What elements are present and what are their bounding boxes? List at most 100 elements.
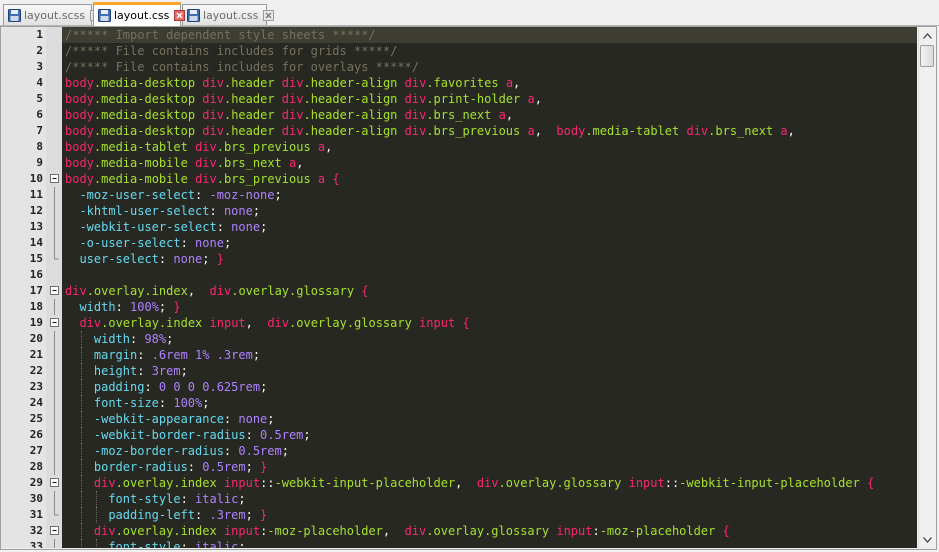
fold-collapse-icon[interactable] <box>49 475 60 491</box>
line-text[interactable]: margin: .6rem 1% .3rem; <box>94 347 260 363</box>
line-text-area[interactable]: /***** Import dependent style sheets ***… <box>62 27 917 43</box>
line-text-area[interactable]: font-style: italic; <box>62 491 917 507</box>
line-text-area[interactable]: user-select: none; } <box>62 251 917 267</box>
code-line[interactable]: 31 padding-left: .3rem; } <box>1 507 917 523</box>
line-text[interactable]: font-style: italic; <box>108 539 245 548</box>
tab-layout-scss[interactable]: layout.scss <box>3 4 102 25</box>
code-line[interactable]: 26 -webkit-border-radius: 0.5rem; <box>1 427 917 443</box>
code-line[interactable]: 30 font-style: italic; <box>1 491 917 507</box>
code-line[interactable]: 28 border-radius: 0.5rem; } <box>1 459 917 475</box>
fold-collapse-icon[interactable] <box>49 315 60 331</box>
line-text-area[interactable]: height: 3rem; <box>62 363 917 379</box>
line-text-area[interactable]: /***** File contains includes for grids … <box>62 43 917 59</box>
code-line[interactable]: 15 user-select: none; } <box>1 251 917 267</box>
line-text-area[interactable]: body.media-desktop div.header div.header… <box>62 107 917 123</box>
scroll-thumb[interactable] <box>920 45 934 67</box>
tab-layout-css-active[interactable]: layout.css <box>93 2 186 26</box>
code-line[interactable]: 19 div.overlay.index input, div.overlay.g… <box>1 315 917 331</box>
code-line[interactable]: 8 body.media-tablet div.brs_previous a, <box>1 139 917 155</box>
code-line[interactable]: 29 div.overlay.index input::-webkit-input… <box>1 475 917 491</box>
code-line[interactable]: 12 -khtml-user-select: none; <box>1 203 917 219</box>
code-line[interactable]: 25 -webkit-appearance: none; <box>1 411 917 427</box>
line-text[interactable]: border-radius: 0.5rem; } <box>94 459 267 475</box>
code-line[interactable]: 6 body.media-desktop div.header div.heade… <box>1 107 917 123</box>
line-text[interactable]: padding-left: .3rem; } <box>108 507 267 523</box>
code-line[interactable]: 33 font-style: italic; <box>1 539 917 548</box>
line-text[interactable]: /***** File contains includes for grids … <box>65 43 397 59</box>
code-line[interactable]: 4 body.media-desktop div.header div.heade… <box>1 75 917 91</box>
line-text[interactable]: /***** File contains includes for overla… <box>65 59 419 75</box>
line-text[interactable]: /***** Import dependent style sheets ***… <box>65 27 376 43</box>
code-line[interactable]: 13 -webkit-user-select: none; <box>1 219 917 235</box>
line-text-area[interactable]: padding-left: .3rem; } <box>62 507 917 523</box>
line-text[interactable]: -moz-user-select: -moz-none; <box>79 187 281 203</box>
code-line[interactable]: 16 <box>1 267 917 283</box>
line-text-area[interactable]: body.media-mobile div.brs_previous a { <box>62 171 917 187</box>
line-text-area[interactable]: div.overlay.index input:-moz-placeholder… <box>62 523 917 539</box>
line-text-area[interactable]: body.media-desktop div.header div.header… <box>62 123 917 139</box>
line-text[interactable]: body.media-desktop div.header div.header… <box>65 123 795 139</box>
line-text[interactable]: div.overlay.index, div.overlay.glossary … <box>65 283 369 299</box>
scroll-up-button[interactable] <box>919 27 936 44</box>
line-text-area[interactable]: -o-user-select: none; <box>62 235 917 251</box>
line-text-area[interactable]: -webkit-user-select: none; <box>62 219 917 235</box>
line-text-area[interactable]: -webkit-appearance: none; <box>62 411 917 427</box>
line-text[interactable]: body.media-desktop div.header div.header… <box>65 107 513 123</box>
line-text[interactable]: -o-user-select: none; <box>79 235 231 251</box>
line-text-area[interactable]: -moz-user-select: -moz-none; <box>62 187 917 203</box>
line-text[interactable]: width: 100%; } <box>79 299 180 315</box>
line-text-area[interactable]: -webkit-border-radius: 0.5rem; <box>62 427 917 443</box>
line-text[interactable]: body.media-mobile div.brs_next a, <box>65 155 303 171</box>
code-line[interactable]: 17 div.overlay.index, div.overlay.glossar… <box>1 283 917 299</box>
line-text-area[interactable]: width: 98%; <box>62 331 917 347</box>
line-text[interactable]: -khtml-user-select: none; <box>79 203 260 219</box>
code-line[interactable]: 9 body.media-mobile div.brs_next a, <box>1 155 917 171</box>
line-text[interactable]: user-select: none; } <box>79 251 224 267</box>
code-line[interactable]: 10 body.media-mobile div.brs_previous a { <box>1 171 917 187</box>
code-line[interactable]: 3 /***** File contains includes for overl… <box>1 59 917 75</box>
line-text[interactable]: div.overlay.index input::-webkit-input-p… <box>94 475 874 491</box>
line-text[interactable]: body.media-desktop div.header div.header… <box>65 75 520 91</box>
line-text[interactable]: body.media-desktop div.header div.header… <box>65 91 542 107</box>
code-line[interactable]: 20 width: 98%; <box>1 331 917 347</box>
line-text[interactable]: div.overlay.index input, div.overlay.glo… <box>79 315 469 331</box>
vertical-scrollbar[interactable] <box>918 27 936 548</box>
code-line[interactable]: 21 margin: .6rem 1% .3rem; <box>1 347 917 363</box>
code-line[interactable]: 22 height: 3rem; <box>1 363 917 379</box>
line-text-area[interactable]: body.media-desktop div.header div.header… <box>62 75 917 91</box>
line-text[interactable]: padding: 0 0 0 0.625rem; <box>94 379 267 395</box>
line-text[interactable]: body.media-tablet div.brs_previous a, <box>65 139 332 155</box>
code-line[interactable]: 23 padding: 0 0 0 0.625rem; <box>1 379 917 395</box>
close-icon[interactable] <box>263 9 275 21</box>
line-text-area[interactable] <box>62 267 917 283</box>
line-text-area[interactable]: body.media-tablet div.brs_previous a, <box>62 139 917 155</box>
code-line[interactable]: 1 /***** Import dependent style sheets **… <box>1 27 917 43</box>
line-text[interactable]: div.overlay.index input:-moz-placeholder… <box>94 523 730 539</box>
line-text[interactable]: -moz-border-radius: 0.5rem; <box>94 443 289 459</box>
line-text-area[interactable]: div.overlay.index input, div.overlay.glo… <box>62 315 917 331</box>
line-text-area[interactable]: div.overlay.index input::-webkit-input-p… <box>62 475 917 491</box>
code-line[interactable]: 11 -moz-user-select: -moz-none; <box>1 187 917 203</box>
code-line[interactable]: 32 div.overlay.index input:-moz-placehold… <box>1 523 917 539</box>
line-text-area[interactable]: -khtml-user-select: none; <box>62 203 917 219</box>
line-text-area[interactable]: padding: 0 0 0 0.625rem; <box>62 379 917 395</box>
line-text[interactable]: -webkit-user-select: none; <box>79 219 267 235</box>
line-text-area[interactable]: margin: .6rem 1% .3rem; <box>62 347 917 363</box>
code-line[interactable]: 18 width: 100%; } <box>1 299 917 315</box>
code-editor[interactable]: 1 /***** Import dependent style sheets **… <box>1 27 917 548</box>
line-text-area[interactable]: width: 100%; } <box>62 299 917 315</box>
fold-collapse-icon[interactable] <box>49 171 60 187</box>
fold-collapse-icon[interactable] <box>49 523 60 539</box>
code-line[interactable]: 7 body.media-desktop div.header div.heade… <box>1 123 917 139</box>
line-text[interactable]: font-style: italic; <box>108 491 245 507</box>
code-line[interactable]: 24 font-size: 100%; <box>1 395 917 411</box>
line-text-area[interactable]: font-style: italic; <box>62 539 917 548</box>
code-line[interactable]: 14 -o-user-select: none; <box>1 235 917 251</box>
line-text-area[interactable]: div.overlay.index, div.overlay.glossary … <box>62 283 917 299</box>
tab-layout-css[interactable]: layout.css <box>182 4 275 25</box>
code-lines[interactable]: 1 /***** Import dependent style sheets **… <box>1 27 917 548</box>
line-text[interactable]: width: 98%; <box>94 331 174 347</box>
line-text[interactable]: -webkit-border-radius: 0.5rem; <box>94 427 311 443</box>
code-line[interactable]: 2 /***** File contains includes for grids… <box>1 43 917 59</box>
line-text[interactable]: body.media-mobile div.brs_previous a { <box>65 171 340 187</box>
